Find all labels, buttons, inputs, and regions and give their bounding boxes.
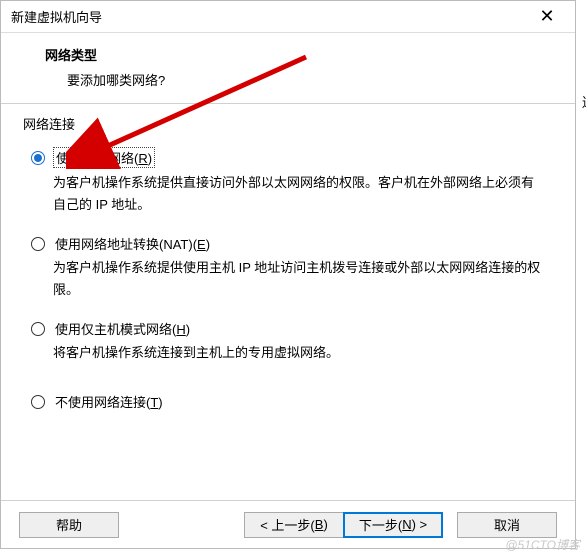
option-bridged[interactable]: 使用桥接网络(R) 为客户机操作系统提供直接访问外部以太网网络的权限。客户机在外… xyxy=(31,147,553,216)
content-area: 网络连接 使用桥接网络(R) 为客户机操作系统提供直接访问外部以太网网络的权限。… xyxy=(1,104,575,500)
option-nat[interactable]: 使用网络地址转换(NAT)(E) 为客户机操作系统提供使用主机 IP 地址访问主… xyxy=(31,234,553,301)
page-title: 网络类型 xyxy=(45,45,555,64)
radio-icon xyxy=(31,151,45,165)
wizard-window: 新建虚拟机向导 ✕ 网络类型 要添加哪类网络? 网络连接 使用桥接网络(R) 为… xyxy=(0,0,576,549)
radio-icon xyxy=(31,237,45,251)
cropped-side-text: 送 xyxy=(582,92,586,111)
option-hostonly-label: 使用仅主机模式网络(H) xyxy=(53,319,192,338)
watermark-text: @51CTO博客 xyxy=(505,536,580,553)
option-none[interactable]: 不使用网络连接(T) xyxy=(31,392,553,411)
wizard-footer: 帮助 < 上一步(B) 下一步(N) > 取消 xyxy=(1,500,575,548)
option-none-label: 不使用网络连接(T) xyxy=(53,392,165,411)
option-bridged-label: 使用桥接网络(R) xyxy=(53,147,155,168)
option-hostonly-desc: 将客户机操作系统连接到主机上的专用虚拟网络。 xyxy=(53,342,543,364)
option-bridged-desc: 为客户机操作系统提供直接访问外部以太网网络的权限。客户机在外部网络上必须有自己的… xyxy=(53,172,543,216)
window-title: 新建虚拟机向导 xyxy=(11,7,527,26)
page-subtitle: 要添加哪类网络? xyxy=(67,70,555,89)
close-button[interactable]: ✕ xyxy=(527,3,567,31)
titlebar: 新建虚拟机向导 ✕ xyxy=(1,1,575,33)
help-button[interactable]: 帮助 xyxy=(19,512,119,538)
cancel-button[interactable]: 取消 xyxy=(457,512,557,538)
group-label: 网络连接 xyxy=(23,114,553,133)
option-hostonly[interactable]: 使用仅主机模式网络(H) 将客户机操作系统连接到主机上的专用虚拟网络。 xyxy=(31,319,553,364)
back-button[interactable]: < 上一步(B) xyxy=(244,512,344,538)
option-nat-desc: 为客户机操作系统提供使用主机 IP 地址访问主机拨号连接或外部以太网网络连接的权… xyxy=(53,257,543,301)
radio-icon xyxy=(31,322,45,336)
wizard-header: 网络类型 要添加哪类网络? xyxy=(1,33,575,103)
close-icon: ✕ xyxy=(539,6,554,27)
radio-icon xyxy=(31,395,45,409)
option-nat-label: 使用网络地址转换(NAT)(E) xyxy=(53,234,212,253)
next-button[interactable]: 下一步(N) > xyxy=(343,512,443,538)
